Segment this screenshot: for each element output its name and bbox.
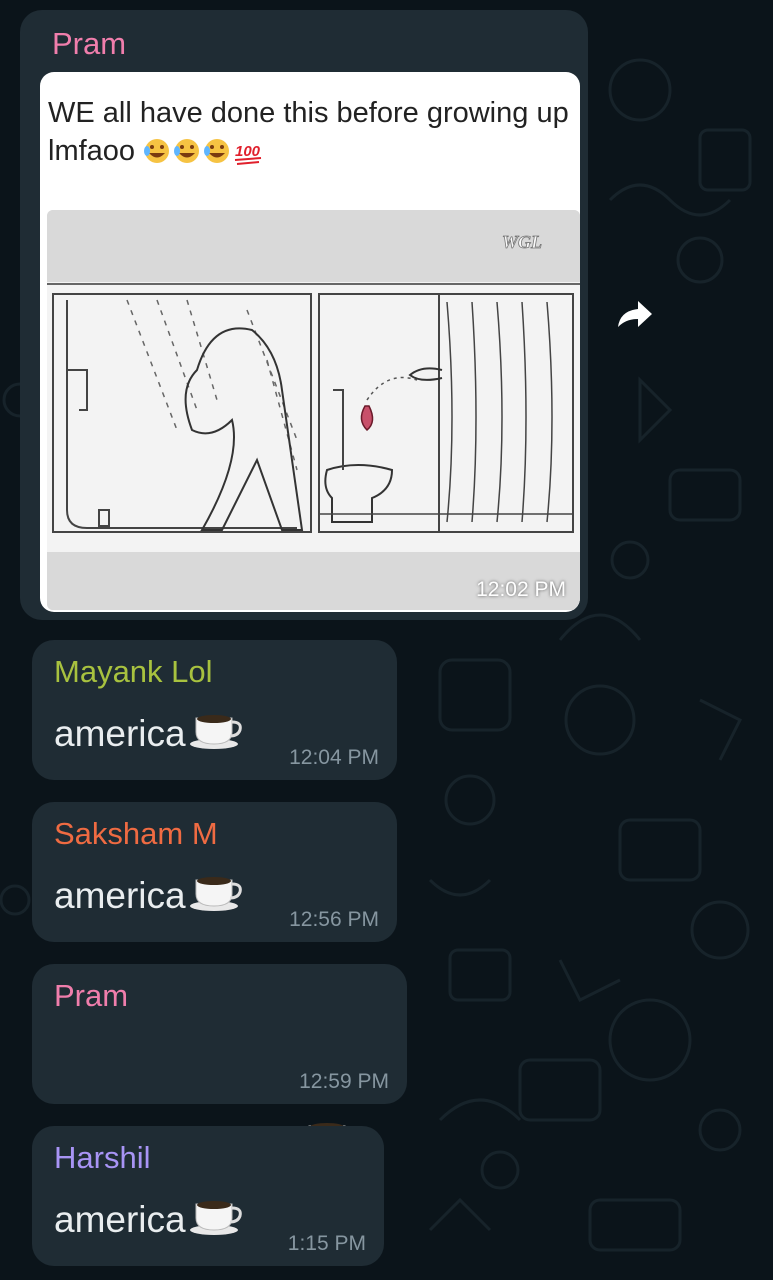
coffee-cup-icon (188, 874, 244, 921)
shared-image[interactable]: WE all have done this before growing up … (40, 72, 580, 612)
comic-image: WGL (47, 210, 580, 610)
message-timestamp: 1:15 PM (287, 1232, 366, 1255)
message-timestamp: 12:04 PM (289, 746, 379, 769)
laughing-face-icon (204, 139, 230, 163)
laughing-face-icon (174, 139, 200, 163)
comic-drawing: WGL (47, 210, 580, 610)
coffee-cup-icon (188, 712, 244, 759)
message-timestamp: 12:59 PM (299, 1070, 389, 1093)
coffee-cup-icon (188, 1198, 244, 1245)
message-bubble[interactable]: Pram america 12:59 PM (32, 964, 407, 1204)
message-timestamp: 12:02 PM (476, 578, 566, 601)
message-bubble[interactable]: Harshil america 1:15 PM (32, 1126, 384, 1266)
message-bubble[interactable]: Mayank Lol america 12:04 PM (32, 640, 397, 780)
sender-name[interactable]: Harshil (54, 1140, 150, 1176)
message-text: america (54, 874, 244, 921)
message-text: america (54, 1198, 244, 1245)
caption-text: WE all have done this before growing up … (48, 97, 569, 167)
watermark: WGL (502, 232, 542, 252)
message-timestamp: 12:56 PM (289, 908, 379, 931)
message-bubble[interactable]: Saksham M america 12:56 PM (32, 802, 397, 942)
caption-emojis: 100 (143, 136, 263, 176)
forward-arrow-icon (618, 301, 652, 327)
laughing-face-icon (144, 139, 170, 163)
message-bubble-image[interactable]: Pram WE all have done this before growin… (20, 10, 588, 620)
sender-name[interactable]: Pram (54, 978, 128, 1014)
hundred-points-icon: 100 (235, 143, 262, 165)
image-caption: WE all have done this before growing up … (48, 94, 573, 176)
sender-name[interactable]: Pram (52, 26, 126, 62)
message-text: america (54, 712, 244, 759)
sender-name[interactable]: Mayank Lol (54, 654, 213, 690)
sender-name[interactable]: Saksham M (54, 816, 218, 852)
forward-button[interactable] (612, 295, 656, 335)
